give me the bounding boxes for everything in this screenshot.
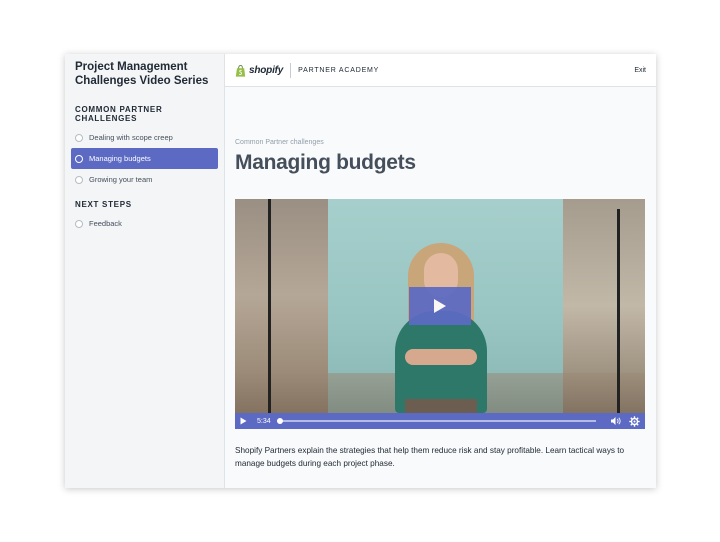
- app-window: Project Management Challenges Video Seri…: [65, 54, 656, 488]
- volume-icon: [611, 417, 621, 425]
- video-person-arms: [405, 349, 477, 365]
- lesson-item-feedback[interactable]: Feedback: [71, 213, 218, 234]
- course-title: Project Management Challenges Video Seri…: [75, 61, 209, 87]
- play-icon: [434, 299, 446, 313]
- volume-button[interactable]: [610, 415, 622, 427]
- shopify-bag-icon: [235, 64, 246, 77]
- lesson-label: Growing your team: [89, 175, 153, 184]
- lesson-item-growing-team[interactable]: Growing your team: [71, 169, 218, 190]
- radio-icon: [75, 219, 83, 228]
- video-tripod-left: [268, 199, 271, 413]
- course-sidebar: Project Management Challenges Video Seri…: [65, 54, 225, 488]
- lesson-content: Common Partner challenges Managing budge…: [235, 87, 646, 468]
- breadcrumb: Common Partner challenges: [235, 139, 324, 146]
- play-icon: [240, 417, 247, 425]
- lesson-label: Managing budgets: [89, 154, 151, 163]
- top-bar: shopify PARTNER ACADEMY Exit: [225, 54, 656, 87]
- video-stool: [405, 399, 477, 413]
- video-controls: 5:34: [235, 413, 645, 429]
- lesson-description: Shopify Partners explain the strategies …: [235, 446, 625, 468]
- settings-gear-icon: [628, 415, 640, 427]
- progress-scrubber[interactable]: [276, 418, 596, 424]
- radio-icon: [75, 133, 83, 142]
- exit-link[interactable]: Exit: [634, 67, 646, 74]
- scrubber-handle[interactable]: [276, 418, 283, 424]
- logo-text: shopify: [249, 64, 284, 76]
- video-player[interactable]: 5:34: [235, 199, 645, 429]
- lesson-item-scope-creep[interactable]: Dealing with scope creep: [71, 127, 218, 148]
- shopify-logo[interactable]: shopify: [235, 64, 284, 77]
- lesson-item-managing-budgets[interactable]: Managing budgets: [71, 148, 218, 169]
- video-duration: 5:34: [257, 417, 271, 425]
- control-play-button[interactable]: [240, 416, 250, 426]
- radio-icon: [75, 175, 83, 184]
- header-divider: [290, 62, 292, 78]
- lesson-label: Feedback: [89, 219, 122, 228]
- radio-icon: [75, 154, 83, 163]
- settings-button[interactable]: [628, 415, 640, 427]
- video-tripod-right: [617, 209, 620, 413]
- page-title: Managing budgets: [235, 151, 416, 174]
- section-heading-common-partner-challenges: COMMON PARTNER CHALLENGES: [75, 105, 163, 123]
- main-content: shopify PARTNER ACADEMY Exit Common Part…: [225, 54, 656, 488]
- section-heading-next-steps: NEXT STEPS: [75, 200, 132, 209]
- big-play-button[interactable]: [409, 287, 471, 325]
- partner-academy-label: PARTNER ACADEMY: [298, 66, 380, 74]
- lesson-label: Dealing with scope creep: [89, 133, 173, 142]
